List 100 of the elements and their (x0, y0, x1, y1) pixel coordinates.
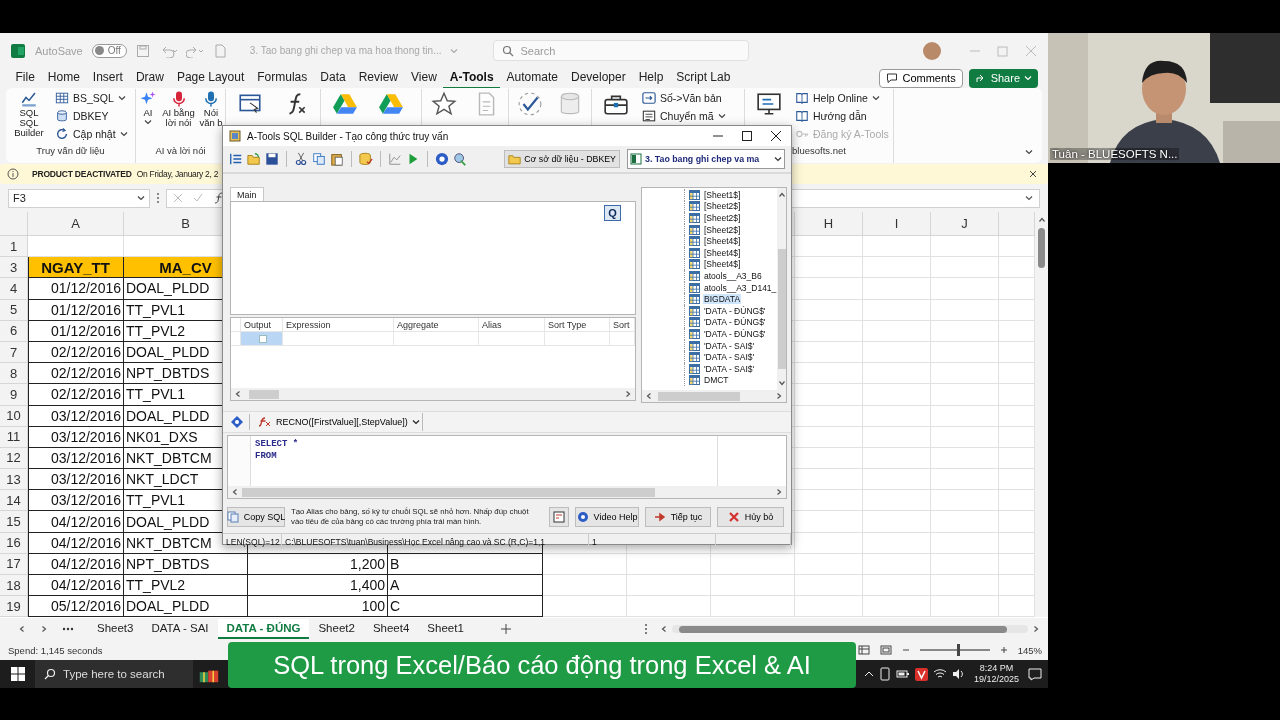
column-header[interactable]: Sort (610, 318, 635, 332)
table-item[interactable]: 'DATA - ĐÚNG$' (703, 305, 767, 316)
table-item[interactable]: atools__A3_B6 (703, 270, 763, 281)
row-header[interactable]: 15 (0, 511, 28, 533)
tab[interactable]: Main (230, 187, 264, 201)
row-header[interactable]: 7 (0, 341, 28, 364)
group-label: Truy vấn dữ liệu (35, 144, 106, 158)
row-header[interactable]: 8 (0, 363, 28, 385)
search-field[interactable]: Search (493, 40, 750, 61)
ribbon-button[interactable]: Hướng dẫn (792, 107, 892, 124)
table-cell: 04/12/2016 (28, 532, 124, 554)
column-header[interactable]: Aggregate (394, 318, 479, 332)
row-header[interactable]: 18 (0, 575, 28, 597)
column-header[interactable]: H (795, 212, 863, 236)
table-item[interactable]: atools__A3_D141_ (703, 282, 778, 293)
table-item[interactable]: [Sheet1$] (703, 189, 742, 200)
table-item[interactable]: 'DATA - SAI$' (703, 340, 756, 351)
copy-sql-button[interactable]: Copy SQL (227, 507, 285, 527)
menu-tab[interactable]: Formulas (250, 67, 314, 89)
autosave-toggle[interactable]: Off (91, 43, 127, 58)
zoom-level[interactable]: 145% (1017, 644, 1042, 656)
menu-tab[interactable]: Developer (564, 67, 633, 89)
row-header[interactable]: 9 (0, 384, 28, 406)
menu-tab[interactable]: View (404, 67, 444, 89)
table-item[interactable]: DMCT (703, 375, 730, 386)
dialog-button[interactable]: Tiếp tục (645, 507, 711, 527)
column-header[interactable]: A (28, 212, 124, 236)
sql-editor[interactable]: SELECT * FROM (227, 435, 787, 499)
function-dropdown[interactable]: RECNO([FirstValue][,StepValue]) (256, 413, 423, 431)
ribbon-button[interactable]: Help Online (792, 89, 892, 106)
column-header[interactable]: J (931, 212, 999, 236)
table-item[interactable]: 'DATA - SAI$' (703, 352, 756, 363)
menu-tab[interactable]: File (9, 67, 42, 89)
ribbon-button[interactable]: SQL SQL Builder (7, 89, 51, 144)
ribbon-button[interactable]: Cập nhật (52, 125, 131, 142)
share-button[interactable]: Share (968, 68, 1038, 88)
table-item[interactable]: 'DATA - ĐÚNG$' (703, 317, 767, 328)
clock-date[interactable]: 19/12/2025 (973, 674, 1019, 685)
dialog-button[interactable]: Video Help (575, 507, 639, 527)
row-header[interactable]: 17 (0, 553, 28, 575)
row-header[interactable]: 13 (0, 469, 28, 491)
sheet-tab[interactable]: Sheet2 (309, 619, 364, 639)
query-button[interactable]: Q (604, 205, 621, 221)
table-item[interactable]: [Sheet2$] (703, 201, 742, 212)
row-header[interactable]: 11 (0, 426, 28, 448)
table-cell: 02/12/2016 (28, 384, 124, 406)
menu-tab[interactable]: Help (632, 67, 670, 89)
row-header[interactable]: 5 (0, 299, 28, 321)
row-header[interactable]: 1 (0, 236, 28, 258)
sheet-tab[interactable]: Sheet1 (418, 619, 473, 639)
dialog-button[interactable]: Hủy bỏ (717, 507, 784, 527)
sheet-tab[interactable]: DATA - SAI (142, 619, 218, 639)
menu-tab[interactable]: Automate (500, 67, 565, 89)
menu-tab[interactable]: Data (313, 67, 353, 89)
database-button[interactable]: Cơ sở dữ liệu - DBKEY (504, 150, 620, 168)
row-header[interactable]: 6 (0, 320, 28, 342)
table-item[interactable]: BIGDATA (703, 294, 742, 305)
table-item[interactable]: 'DATA - ĐÚNG$' (703, 328, 767, 339)
row-header[interactable]: 12 (0, 447, 28, 470)
column-header[interactable]: Sort Type (545, 318, 610, 332)
column-header[interactable]: Expression (283, 318, 394, 332)
sheet-tab[interactable]: Sheet4 (363, 619, 419, 639)
table-item[interactable]: [Sheet4$] (703, 247, 742, 258)
comments-button[interactable]: Comments (879, 68, 963, 88)
menu-tab[interactable]: Home (41, 67, 87, 89)
ribbon-button[interactable]: BS_SQL (52, 89, 131, 106)
column-header[interactable]: Alias (479, 318, 545, 332)
ribbon-button[interactable]: Nói văn b (198, 89, 224, 144)
workbook-dropdown[interactable]: 3. Tao bang ghi chep va ma (627, 149, 785, 169)
menu-tab[interactable]: Review (352, 67, 405, 89)
ribbon-button[interactable]: AI (137, 89, 159, 144)
sheet-tab[interactable]: DATA - ĐÚNG (217, 619, 310, 639)
taskbar-search-field[interactable]: Type here to search (35, 660, 193, 688)
menu-tab[interactable]: Draw (129, 67, 171, 89)
row-header[interactable]: 3 (0, 257, 28, 279)
menu-tab[interactable]: Page Layout (170, 67, 251, 89)
column-header[interactable]: I (863, 212, 931, 236)
ribbon-button[interactable]: Số->Văn bản (639, 89, 729, 106)
menu-tab[interactable]: Insert (86, 67, 130, 89)
row-header[interactable]: 4 (0, 278, 28, 300)
row-header[interactable]: 10 (0, 405, 28, 427)
ribbon-button[interactable]: Chuyển mã (639, 107, 729, 124)
menu-tab[interactable]: Script Lab (669, 67, 737, 89)
clock-time[interactable]: 8:24 PM (979, 663, 1014, 674)
row-header[interactable]: 19 (0, 596, 28, 618)
table-item[interactable]: 'DATA - SAI$' (703, 363, 756, 374)
table-cell: 03/12/2016 (28, 469, 124, 491)
row-header[interactable]: 16 (0, 532, 28, 554)
table-cell: 01/12/2016 (28, 278, 124, 300)
name-box[interactable]: F3 (8, 188, 150, 208)
status-text: Spend: 1,145 seconds (8, 644, 103, 656)
ribbon-button[interactable]: DBKEY (52, 107, 131, 124)
table-cell: 04/12/2016 (28, 553, 124, 575)
row-header[interactable]: 14 (0, 490, 28, 512)
table-item[interactable]: [Sheet4$] (703, 236, 742, 247)
sheet-tab[interactable]: Sheet3 (88, 619, 143, 639)
table-item[interactable]: [Sheet4$] (703, 259, 742, 270)
ribbon-button[interactable]: AI bằng lời nói (160, 89, 197, 144)
table-item[interactable]: [Sheet2$] (703, 213, 742, 223)
table-item[interactable]: [Sheet2$] (703, 224, 742, 235)
